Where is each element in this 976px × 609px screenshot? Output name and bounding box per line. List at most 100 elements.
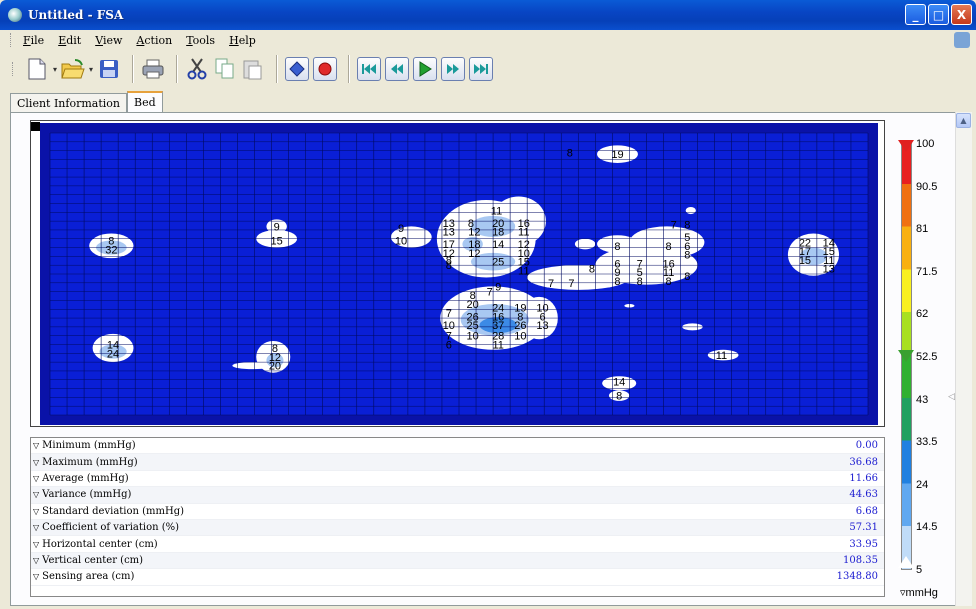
pressure-value-label: 25 bbox=[492, 257, 504, 269]
stat-value: 6.68 bbox=[855, 505, 878, 517]
menu-edit[interactable]: Edit bbox=[58, 34, 81, 47]
legend-tick-label: 43 bbox=[916, 393, 929, 406]
play-icon bbox=[419, 61, 432, 77]
previous-frame-button[interactable] bbox=[385, 57, 410, 81]
pressure-value-label: 8 bbox=[589, 264, 595, 276]
toolbar-separator bbox=[176, 55, 179, 83]
minimize-button[interactable]: _ bbox=[905, 4, 926, 25]
copy-icon bbox=[215, 58, 234, 79]
stop-icon bbox=[289, 61, 305, 77]
pressure-value-label: 10 bbox=[395, 236, 407, 248]
print-button[interactable] bbox=[141, 57, 165, 81]
legend-max-handle[interactable] bbox=[898, 140, 914, 152]
vertical-scrollbar[interactable] bbox=[955, 112, 972, 606]
open-icon bbox=[61, 59, 85, 79]
legend-tick-label: 90.5 bbox=[916, 180, 938, 193]
menu-help[interactable]: Help bbox=[229, 34, 256, 47]
legend-threshold-handle[interactable] bbox=[898, 350, 914, 362]
pressure-value-label: 7 bbox=[568, 278, 574, 290]
tab-bed[interactable]: Bed bbox=[126, 91, 163, 113]
pressure-value-label: 32 bbox=[105, 244, 117, 256]
open-dropdown-icon[interactable]: ▾ bbox=[89, 65, 93, 74]
window-title: Untitled - FSA bbox=[28, 8, 124, 22]
open-button[interactable] bbox=[61, 57, 85, 81]
first-frame-icon bbox=[362, 64, 377, 74]
statistics-table: Minimum (mmHg) 0.00 Maximum (mmHg) 36.68 A… bbox=[30, 437, 885, 597]
new-icon bbox=[28, 58, 46, 80]
app-icon bbox=[8, 8, 22, 22]
new-button[interactable] bbox=[25, 57, 49, 81]
pressure-value-label: 7 bbox=[548, 278, 554, 290]
pressure-map[interactable]: 1981113 8 20 1613 12 18 11910 17 18 14 1212 12 1088 2… bbox=[40, 123, 878, 425]
stat-label: Sensing area (cm) bbox=[33, 571, 134, 582]
print-icon bbox=[142, 59, 164, 79]
paste-icon bbox=[243, 60, 262, 80]
stat-value: 0.00 bbox=[855, 440, 878, 452]
pressure-value-label: 8 bbox=[637, 276, 643, 288]
menu-action[interactable]: Action bbox=[136, 34, 172, 47]
paste-button[interactable] bbox=[241, 57, 265, 81]
play-button[interactable] bbox=[413, 57, 438, 81]
pressure-value-label: 8 bbox=[614, 241, 620, 253]
legend-tick-label: 62 bbox=[916, 308, 929, 321]
menu-view[interactable]: View bbox=[95, 34, 122, 47]
stat-label: Maximum (mmHg) bbox=[33, 457, 138, 468]
stat-value: 11.66 bbox=[849, 472, 878, 484]
mdi-icon[interactable] bbox=[954, 32, 970, 48]
pressure-region bbox=[232, 362, 274, 370]
pressure-value-label: 10 bbox=[514, 331, 526, 343]
pressure-value-label: 11 bbox=[518, 265, 529, 277]
stat-row-minimum[interactable]: Minimum (mmHg) 0.00 bbox=[31, 438, 884, 455]
pressure-value-label: 8 bbox=[446, 260, 452, 272]
new-dropdown-icon[interactable]: ▾ bbox=[53, 65, 57, 74]
stat-row-variance[interactable]: Variance (mmHg) 44.63 bbox=[31, 487, 884, 504]
menu-file[interactable]: File bbox=[23, 34, 44, 47]
pressure-value-label: 20 bbox=[467, 299, 479, 311]
pressure-value-label: 19 bbox=[611, 149, 623, 161]
pressure-value-label: 15 bbox=[799, 255, 811, 267]
stat-row-horizontal-center[interactable]: Horizontal center (cm) 33.95 bbox=[31, 536, 884, 553]
legend-tick-label: 5 bbox=[916, 564, 923, 576]
record-button[interactable] bbox=[313, 57, 338, 81]
first-frame-button[interactable] bbox=[357, 57, 382, 81]
save-button[interactable] bbox=[97, 57, 121, 81]
scroll-up-icon[interactable]: ▲ bbox=[956, 113, 971, 128]
last-frame-button[interactable] bbox=[469, 57, 494, 81]
next-frame-button[interactable] bbox=[441, 57, 466, 81]
pressure-value-label: 11 bbox=[716, 350, 727, 362]
toolbar: ▾ ▾ bbox=[0, 50, 976, 88]
stat-row-standard-deviation[interactable]: Standard deviation (mmHg) 6.68 bbox=[31, 504, 884, 520]
menu-tools[interactable]: Tools bbox=[186, 34, 215, 47]
pressure-value-label: 13 bbox=[823, 264, 835, 276]
pressure-value-label: 12 bbox=[468, 248, 480, 260]
legend-tick-label: 33.5 bbox=[916, 436, 938, 449]
cut-button[interactable] bbox=[185, 57, 209, 81]
stat-value: 1348.80 bbox=[836, 571, 878, 583]
stat-row-average[interactable]: Average (mmHg) 11.66 bbox=[31, 471, 884, 488]
legend-min-handle[interactable] bbox=[898, 556, 914, 568]
pressure-value-label: 9 bbox=[398, 223, 404, 235]
stat-value: 108.35 bbox=[843, 554, 878, 566]
close-button[interactable]: X bbox=[951, 4, 972, 25]
pressure-value-label: 10 bbox=[467, 331, 479, 343]
stat-row-vertical-center[interactable]: Vertical center (cm) 108.35 bbox=[31, 552, 884, 570]
legend-unit: ▿mmHg bbox=[900, 586, 938, 599]
pressure-value-label: 13 bbox=[443, 227, 455, 239]
legend-unit-text: mmHg bbox=[905, 587, 938, 599]
toolbar-grip[interactable] bbox=[12, 62, 15, 76]
collapse-caret-icon[interactable]: ◁ bbox=[948, 392, 955, 402]
pressure-value-label: 12 bbox=[468, 227, 480, 239]
pressure-value-label: 11 bbox=[518, 227, 529, 239]
tab-client-information[interactable]: Client Information bbox=[10, 93, 127, 113]
maximize-button[interactable]: □ bbox=[928, 4, 949, 25]
menu-grip[interactable] bbox=[10, 33, 13, 47]
stat-row-maximum[interactable]: Maximum (mmHg) 36.68 bbox=[31, 454, 884, 471]
pressure-value-label: 14 bbox=[492, 239, 504, 251]
copy-button[interactable] bbox=[213, 57, 237, 81]
stat-row-sensing-area[interactable]: Sensing area (cm) 1348.80 bbox=[31, 569, 884, 586]
stat-row-coefficient-of-variation[interactable]: Coefficient of variation (%) 57.31 bbox=[31, 519, 884, 537]
toolbar-separator bbox=[276, 55, 279, 83]
stop-button[interactable] bbox=[285, 57, 310, 81]
legend-tick-label: 14.5 bbox=[916, 521, 938, 534]
pressure-value-label: 8 bbox=[684, 220, 690, 232]
